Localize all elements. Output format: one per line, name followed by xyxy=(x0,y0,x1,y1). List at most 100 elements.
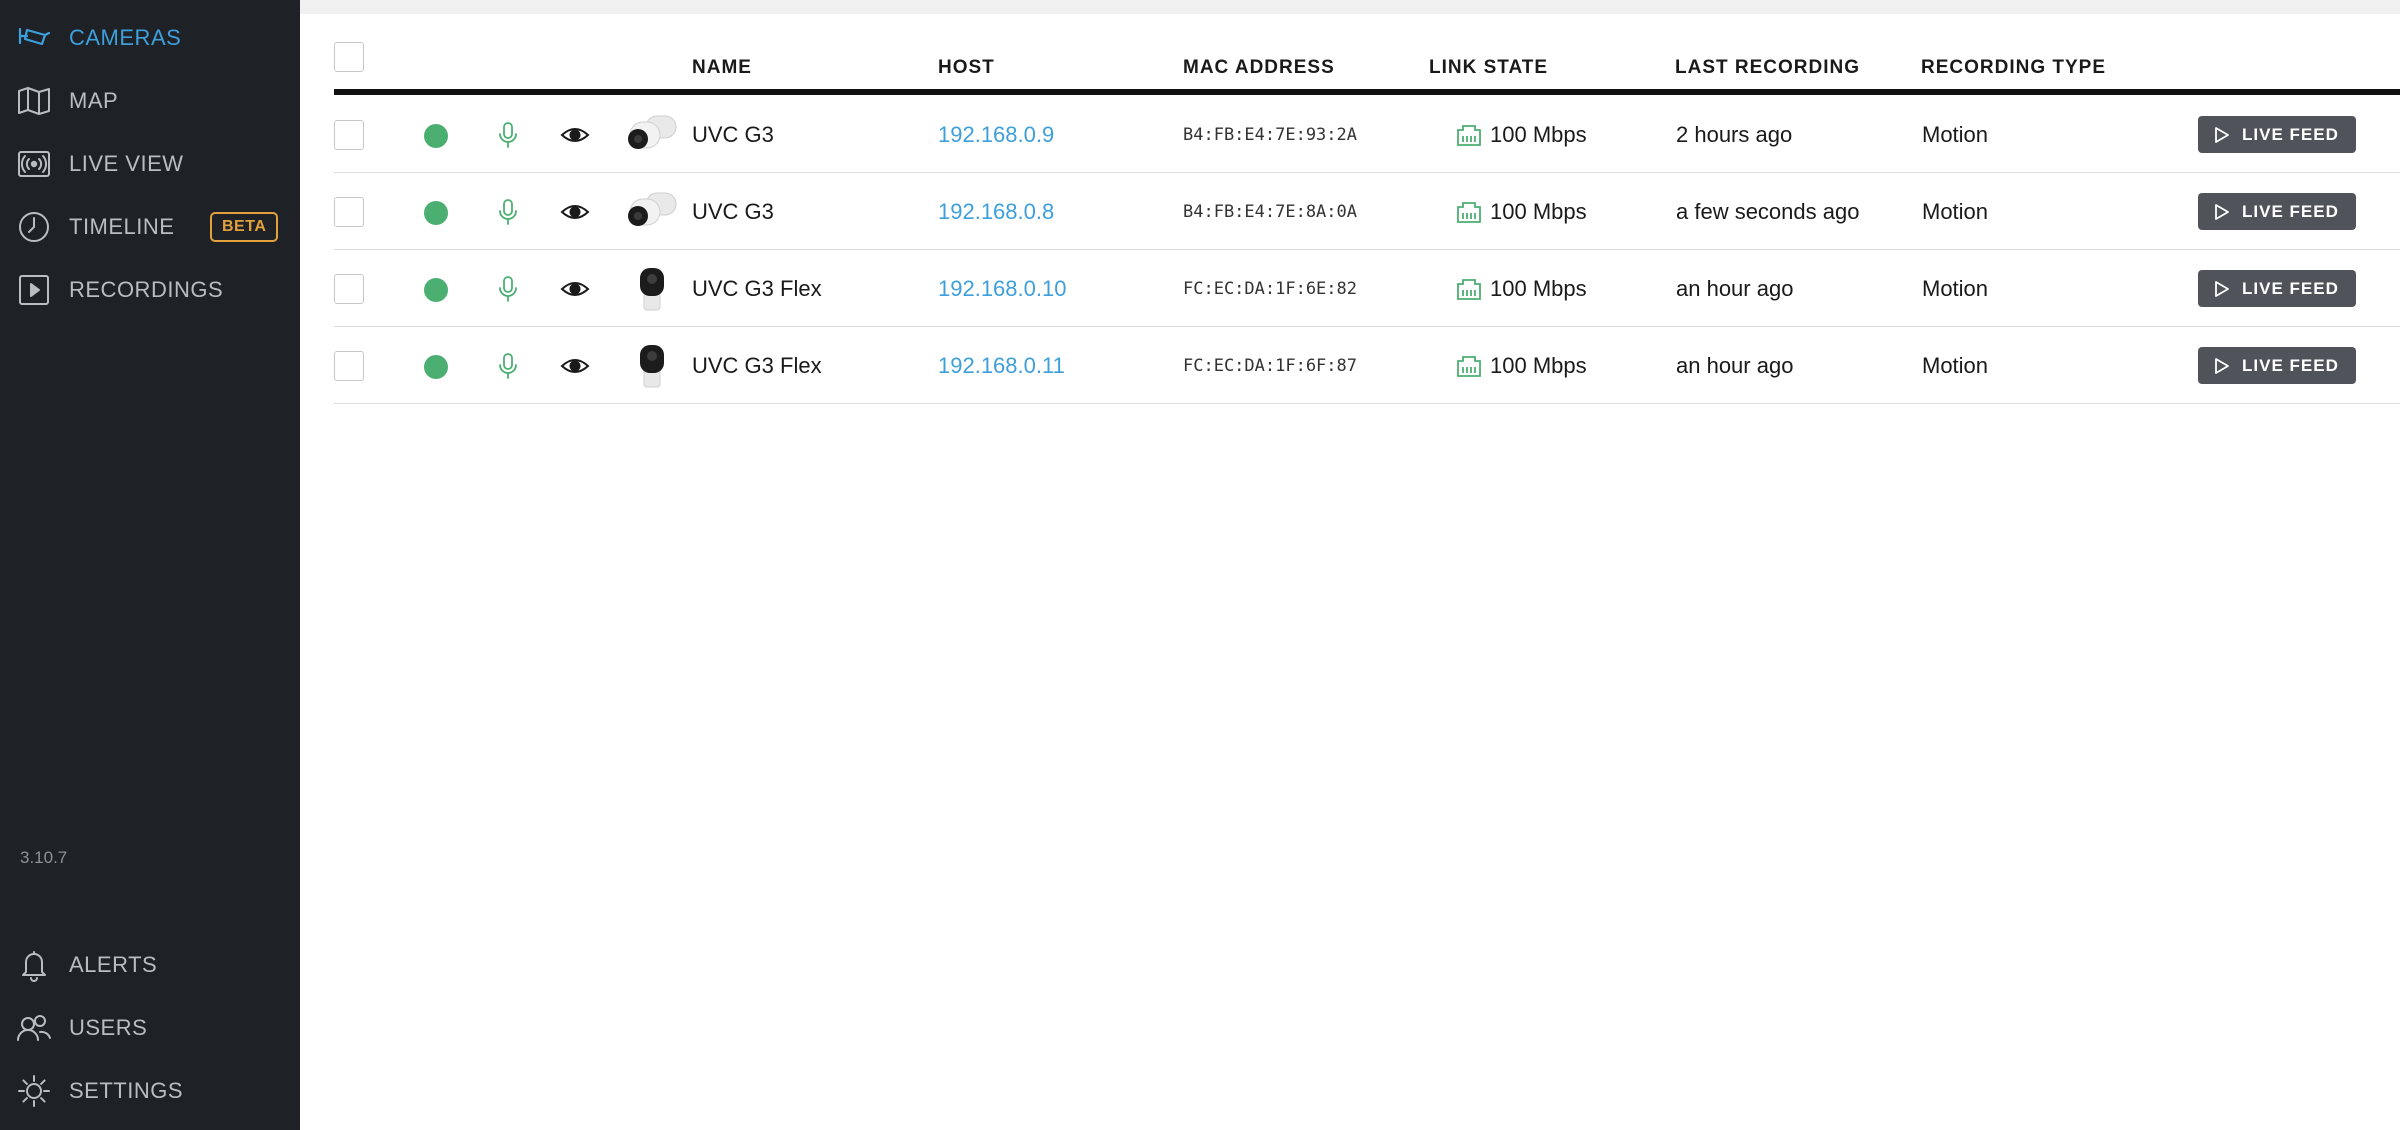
row-checkbox[interactable] xyxy=(334,274,364,304)
nav-label: USERS xyxy=(69,1015,148,1040)
nav-label: RECORDINGS xyxy=(69,277,224,302)
nav-label: CAMERAS xyxy=(69,25,182,50)
nav-live-view[interactable]: LIVE VIEW xyxy=(0,134,300,194)
nav-label: SETTINGS xyxy=(69,1078,184,1103)
last-recording: a few seconds ago xyxy=(1676,198,1860,224)
column-header-link-state[interactable]: LINK STATE xyxy=(1429,57,1548,79)
last-recording: an hour ago xyxy=(1676,275,1794,301)
camera-mac-address: FC:EC:DA:1F:6E:82 xyxy=(1183,278,1357,299)
ethernet-port-icon xyxy=(1457,124,1481,146)
ethernet-port-icon xyxy=(1457,278,1481,300)
bullet-camera-thumbnail xyxy=(628,192,677,226)
link-speed: 100 Mbps xyxy=(1490,121,1587,147)
status-connected-icon xyxy=(424,278,448,302)
status-connected-icon xyxy=(424,124,448,148)
nav-timeline[interactable]: TIMELINE BETA xyxy=(0,197,300,257)
nav-users[interactable]: USERS xyxy=(0,998,300,1058)
link-speed: 100 Mbps xyxy=(1490,198,1587,224)
nav-label: TIMELINE xyxy=(69,214,175,239)
live-feed-button[interactable]: LIVE FEED xyxy=(2198,193,2356,230)
camera-name: UVC G3 Flex xyxy=(692,275,822,301)
play-icon xyxy=(2215,126,2229,143)
last-recording: 2 hours ago xyxy=(1676,121,1793,147)
camera-icon xyxy=(16,20,52,56)
link-state: 100 Mbps xyxy=(1456,96,1587,173)
play-icon xyxy=(2215,357,2229,374)
status-connected-icon xyxy=(424,355,448,379)
map-icon xyxy=(16,83,52,119)
camera-name: UVC G3 xyxy=(692,198,774,224)
beta-badge: BETA xyxy=(210,212,279,242)
microphone-icon xyxy=(499,199,517,225)
column-header-name[interactable]: NAME xyxy=(692,57,752,79)
column-header-mac[interactable]: MAC ADDRESS xyxy=(1183,57,1335,79)
sidebar: CAMERAS MAP LIVE VIEW TIMELINE BETA RECO… xyxy=(0,0,300,1130)
live-feed-label: LIVE FEED xyxy=(2242,355,2339,375)
gear-icon xyxy=(16,1073,52,1109)
clock-icon xyxy=(16,209,52,245)
eye-icon[interactable] xyxy=(560,276,590,302)
nav-cameras[interactable]: CAMERAS xyxy=(0,8,300,68)
live-feed-label: LIVE FEED xyxy=(2242,278,2339,298)
top-bar xyxy=(300,0,2400,14)
eye-icon[interactable] xyxy=(560,199,590,225)
camera-host-link[interactable]: 192.168.0.8 xyxy=(938,173,1054,250)
nav-label: ALERTS xyxy=(69,952,158,977)
link-state: 100 Mbps xyxy=(1456,327,1587,404)
nav-label: LIVE VIEW xyxy=(69,151,184,176)
live-feed-label: LIVE FEED xyxy=(2242,124,2339,144)
table-row[interactable]: UVC G3 192.168.0.8 B4:FB:E4:7E:8A:0A 100… xyxy=(334,173,2400,250)
recording-type: Motion xyxy=(1922,275,1989,301)
status-connected-icon xyxy=(424,201,448,225)
link-speed: 100 Mbps xyxy=(1490,275,1587,301)
row-checkbox[interactable] xyxy=(334,197,364,227)
live-view-icon xyxy=(16,146,52,182)
live-feed-button[interactable]: LIVE FEED xyxy=(2198,116,2356,153)
nav-alerts[interactable]: ALERTS xyxy=(0,935,300,995)
bell-icon xyxy=(16,947,52,983)
column-header-last-recording[interactable]: LAST RECORDING xyxy=(1675,57,1860,79)
camera-host-link[interactable]: 192.168.0.11 xyxy=(938,327,1065,404)
row-checkbox[interactable] xyxy=(334,120,364,150)
camera-name: UVC G3 xyxy=(692,121,774,147)
app-version: 3.10.7 xyxy=(20,848,68,867)
live-feed-label: LIVE FEED xyxy=(2242,201,2339,221)
camera-table-header: NAME HOST MAC ADDRESS LINK STATE LAST RE… xyxy=(334,30,2400,92)
nav-map[interactable]: MAP xyxy=(0,71,300,131)
link-state: 100 Mbps xyxy=(1456,250,1587,327)
column-header-recording-type[interactable]: RECORDING TYPE xyxy=(1921,57,2106,79)
select-all-checkbox[interactable] xyxy=(334,42,364,72)
camera-mac-address: B4:FB:E4:7E:8A:0A xyxy=(1183,201,1357,222)
camera-name: UVC G3 Flex xyxy=(692,352,822,378)
nav-label: MAP xyxy=(69,88,119,113)
eye-icon[interactable] xyxy=(560,353,590,379)
link-speed: 100 Mbps xyxy=(1490,352,1587,378)
play-icon xyxy=(2215,280,2229,297)
camera-host-link[interactable]: 192.168.0.10 xyxy=(938,250,1066,327)
bullet-camera-thumbnail xyxy=(628,115,677,149)
recording-type: Motion xyxy=(1922,198,1989,224)
header-divider xyxy=(334,89,2400,95)
live-feed-button[interactable]: LIVE FEED xyxy=(2198,270,2356,307)
last-recording: an hour ago xyxy=(1676,352,1794,378)
camera-host-link[interactable]: 192.168.0.9 xyxy=(938,96,1054,173)
live-feed-button[interactable]: LIVE FEED xyxy=(2198,347,2356,384)
ethernet-port-icon xyxy=(1457,355,1481,377)
play-icon xyxy=(2215,203,2229,220)
table-row[interactable]: UVC G3 192.168.0.9 B4:FB:E4:7E:93:2A 100… xyxy=(334,96,2400,173)
camera-mac-address: B4:FB:E4:7E:93:2A xyxy=(1183,124,1357,145)
play-box-icon xyxy=(16,272,52,308)
recording-type: Motion xyxy=(1922,352,1989,378)
users-icon xyxy=(16,1010,52,1046)
eye-icon[interactable] xyxy=(560,122,590,148)
camera-mac-address: FC:EC:DA:1F:6F:87 xyxy=(1183,355,1357,376)
microphone-icon xyxy=(499,276,517,302)
table-row[interactable]: UVC G3 Flex 192.168.0.11 FC:EC:DA:1F:6F:… xyxy=(334,327,2400,404)
column-header-host[interactable]: HOST xyxy=(938,57,995,79)
nav-recordings[interactable]: RECORDINGS xyxy=(0,260,300,320)
nav-settings[interactable]: SETTINGS xyxy=(0,1061,300,1121)
row-checkbox[interactable] xyxy=(334,351,364,381)
flex-camera-thumbnail xyxy=(640,345,664,388)
link-state: 100 Mbps xyxy=(1456,173,1587,250)
table-row[interactable]: UVC G3 Flex 192.168.0.10 FC:EC:DA:1F:6E:… xyxy=(334,250,2400,327)
